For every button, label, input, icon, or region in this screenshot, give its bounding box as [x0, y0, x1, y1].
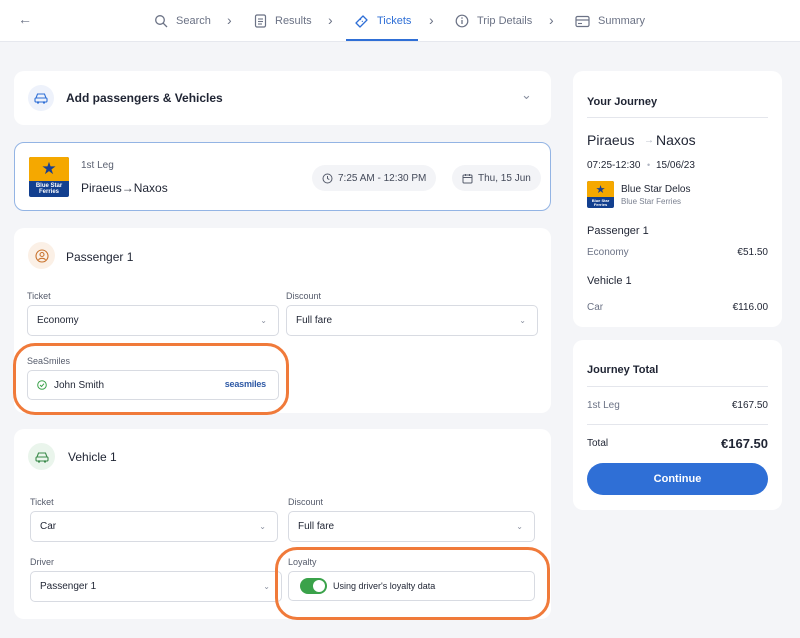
back-button[interactable]: ←: [18, 11, 32, 27]
vehicle-ticket-select[interactable]: Car ⌄: [30, 511, 278, 542]
time-pill: 7:25 AM - 12:30 PM: [312, 165, 437, 191]
divider: [587, 386, 768, 387]
driver-label: Driver: [30, 557, 54, 567]
leg-card: ★ Blue Star Ferries 1st Leg Piraeus→Naxos…: [14, 142, 551, 211]
total-heading: Journey Total: [587, 364, 659, 376]
car-icon: [34, 451, 49, 463]
loyalty-highlight: [275, 547, 550, 620]
step-label: Tickets: [377, 15, 412, 27]
summary-vehicle-type: Car: [587, 302, 604, 313]
leg-route: Piraeus→Naxos: [81, 181, 168, 195]
divider: [587, 117, 768, 118]
active-step-indicator: [346, 39, 418, 41]
journey-arrow: →: [644, 135, 654, 146]
ticket-value: Economy: [37, 315, 79, 326]
chevron-down-icon: ⌄: [519, 316, 526, 325]
car-icon-wrapper: [28, 85, 54, 111]
passenger-icon-wrapper: [28, 242, 55, 269]
step-label: Trip Details: [477, 15, 533, 27]
total-price: €167.50: [721, 436, 768, 451]
total-label: Total: [587, 438, 609, 449]
summary-vehicle-price: €116.00: [732, 302, 768, 313]
seasmiles-highlight: [13, 343, 289, 415]
chevron-right-icon: ›: [227, 12, 232, 28]
chevron-right-icon: ›: [328, 12, 333, 28]
passenger-title: Passenger 1: [66, 250, 134, 264]
journey-to: Naxos: [656, 132, 696, 148]
user-icon: [34, 248, 49, 263]
divider: [587, 424, 768, 425]
step-summary[interactable]: Summary: [575, 12, 645, 30]
info-icon: [455, 14, 469, 28]
logo-line-2: Ferries: [38, 189, 59, 195]
step-label: Results: [275, 15, 312, 27]
add-passengers-card[interactable]: Add passengers & Vehicles ⌄: [14, 71, 551, 125]
search-icon: [155, 15, 168, 28]
chevron-down-icon: ⌄: [263, 582, 270, 591]
chevron-right-icon: ›: [549, 12, 554, 28]
driver-select[interactable]: Passenger 1 ⌄: [30, 571, 282, 602]
discount-label: Discount: [286, 291, 322, 301]
logo-line-2: Ferries: [593, 201, 608, 207]
journey-date: 15/06/23: [656, 160, 695, 171]
driver-value: Passenger 1: [40, 581, 97, 592]
blue-star-ferries-logo: ★ Blue Star Ferries: [587, 181, 614, 208]
summary-passenger-class: Economy: [587, 247, 629, 258]
vessel-name: Blue Star Delos: [621, 184, 691, 195]
vehicle-discount-label: Discount: [288, 497, 324, 507]
car-icon: [34, 93, 48, 104]
vehicle-discount-value: Full fare: [298, 521, 335, 532]
leg-label: 1st Leg: [81, 160, 114, 171]
vehicle-ticket-label: Ticket: [30, 497, 54, 507]
clock-icon: [322, 173, 333, 183]
step-tickets[interactable]: Tickets: [354, 12, 411, 30]
journey-heading: Your Journey: [587, 96, 658, 108]
ticket-select[interactable]: Economy ⌄: [27, 305, 279, 336]
chevron-down-icon[interactable]: ⌄: [521, 87, 532, 103]
blue-star-ferries-logo: ★ Blue Star Ferries: [29, 157, 69, 197]
journey-dot: •: [647, 160, 651, 170]
summary-vehicle-heading: Vehicle 1: [587, 275, 632, 287]
discount-select[interactable]: Full fare ⌄: [286, 305, 538, 336]
vehicle-discount-select[interactable]: Full fare ⌄: [288, 511, 535, 542]
journey-times: 07:25-12:30: [587, 160, 641, 171]
chevron-right-icon: ›: [429, 12, 434, 28]
chevron-down-icon: ⌄: [259, 522, 266, 531]
total-leg-price: €167.50: [731, 400, 768, 411]
journey-summary-card: Your Journey Piraeus → Naxos 07:25-12:30…: [573, 71, 782, 327]
ticket-icon: [355, 14, 368, 28]
leg-date: Thu, 15 Jun: [478, 172, 531, 184]
vehicle-title: Vehicle 1: [68, 450, 117, 464]
step-trip-details[interactable]: Trip Details: [455, 12, 532, 30]
total-leg-label: 1st Leg: [587, 400, 620, 411]
vehicle-ticket-value: Car: [40, 521, 57, 532]
step-label: Search: [176, 15, 211, 27]
add-passengers-label: Add passengers & Vehicles: [66, 91, 223, 105]
continue-button[interactable]: Continue: [587, 463, 768, 495]
date-pill: Thu, 15 Jun: [452, 165, 541, 191]
leg-time: 7:25 AM - 12:30 PM: [338, 172, 427, 184]
discount-value: Full fare: [296, 315, 333, 326]
calendar-icon: [462, 173, 473, 183]
step-search[interactable]: Search: [154, 12, 211, 30]
top-navigation: ← Search › Results › Tickets › Trip Deta…: [0, 0, 800, 42]
operator-name: Blue Star Ferries: [621, 197, 682, 206]
vehicle-icon-wrapper: [28, 443, 55, 470]
chevron-down-icon: ⌄: [516, 522, 523, 531]
document-icon: [254, 14, 267, 28]
card-icon: [575, 15, 590, 27]
ticket-label: Ticket: [27, 291, 51, 301]
step-label: Summary: [598, 15, 646, 27]
journey-from: Piraeus: [587, 132, 635, 148]
summary-passenger-heading: Passenger 1: [587, 225, 649, 237]
chevron-down-icon: ⌄: [260, 316, 267, 325]
step-results[interactable]: Results: [254, 12, 312, 30]
summary-passenger-price: €51.50: [737, 247, 768, 258]
